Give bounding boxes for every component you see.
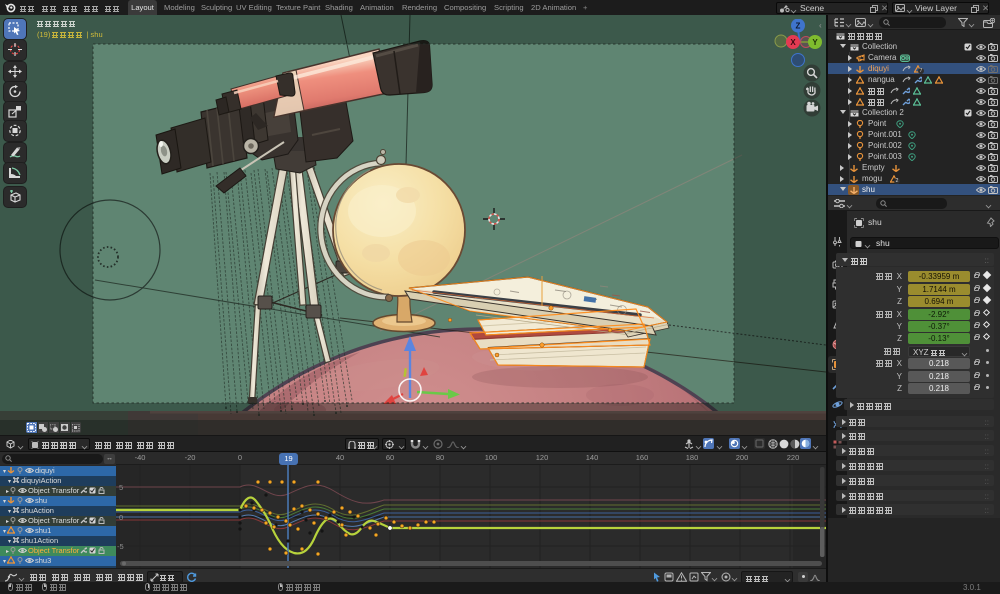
svg-text:5: 5	[119, 483, 123, 492]
svg-text:Y: Y	[812, 38, 818, 47]
svg-text:-5: -5	[117, 542, 124, 551]
svg-text:Z: Z	[796, 22, 801, 31]
svg-text:X: X	[790, 38, 796, 47]
svg-text:0: 0	[119, 513, 123, 522]
